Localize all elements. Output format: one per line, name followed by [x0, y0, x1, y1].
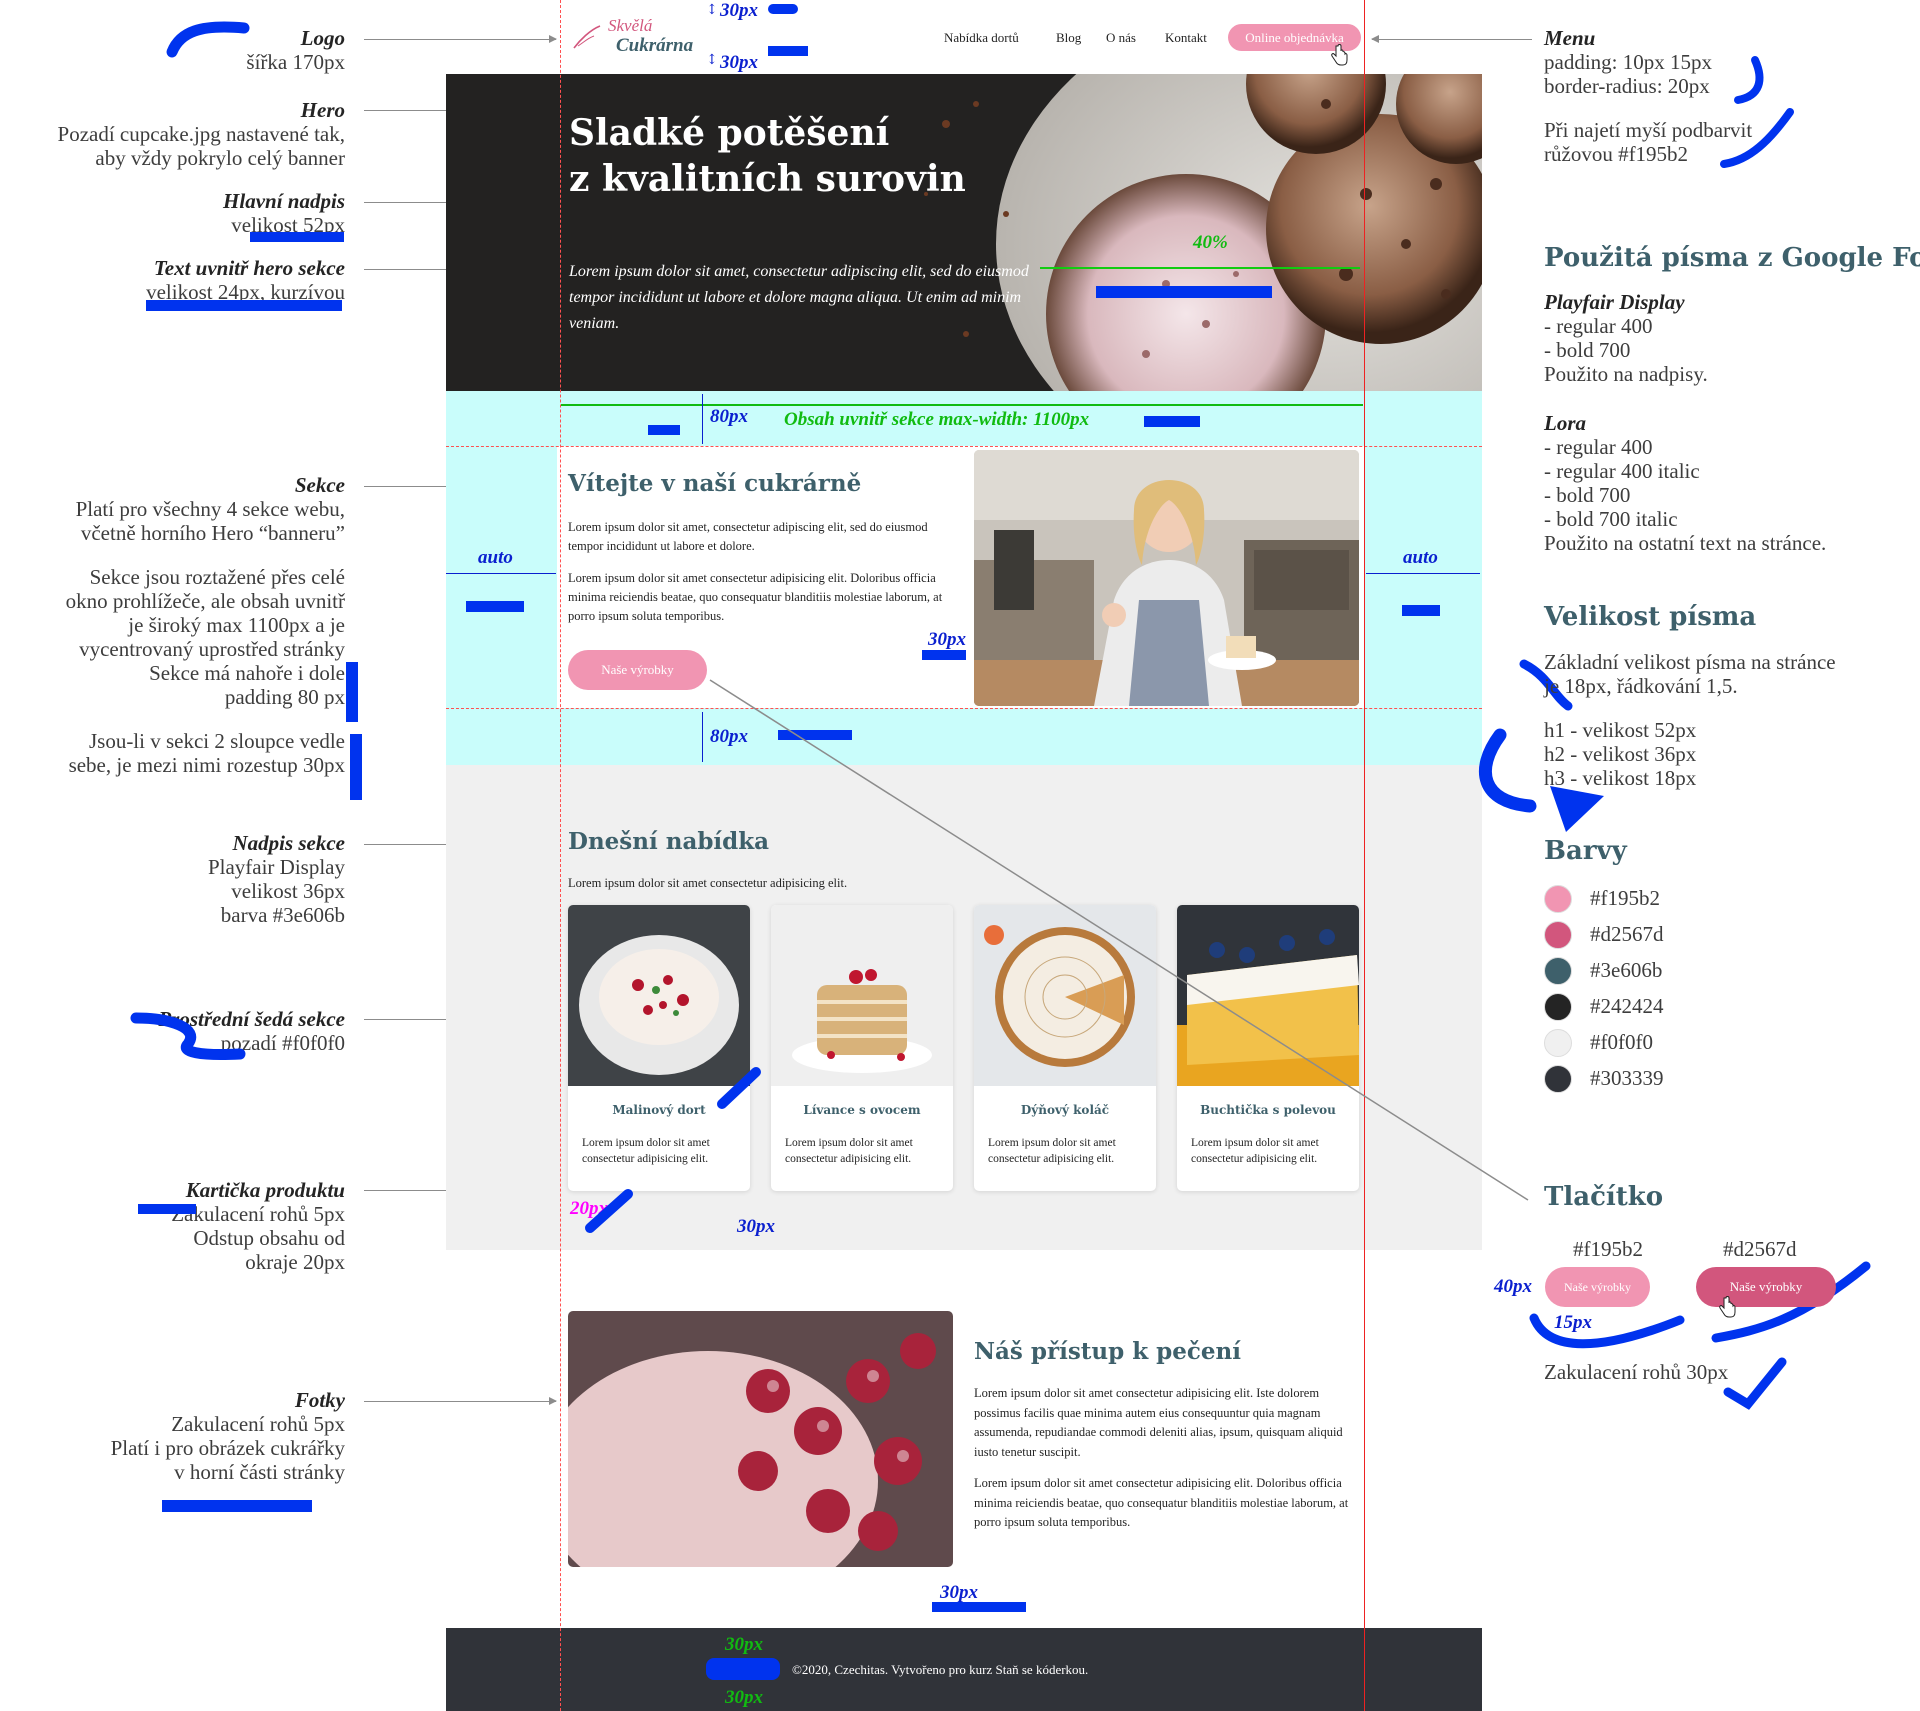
ink-mark [346, 662, 358, 722]
note-font-lora: Lora - regular 400 - regular 400 italic … [1544, 411, 1827, 555]
color-label: #303339 [1590, 1066, 1664, 1090]
arrow-menu [1371, 35, 1532, 43]
note-button-radius: Zakulacení rohů 30px [1544, 1360, 1729, 1384]
button-color-b-label: #d2567d [1723, 1237, 1797, 1261]
fonts-heading: Použitá písma z Google Fonts [1544, 243, 1920, 273]
color-swatch [1544, 1065, 1572, 1093]
color-label: #3e606b [1590, 958, 1663, 982]
measure-40px: 40px [1494, 1276, 1532, 1297]
color-swatch [1544, 1029, 1572, 1057]
color-swatch [1544, 885, 1572, 913]
ink-mark [250, 232, 344, 242]
ink-mark [162, 1500, 312, 1512]
hand-cursor-icon [1719, 1296, 1736, 1318]
color-swatch [1544, 993, 1572, 1021]
measure-15px: 15px [1554, 1312, 1592, 1333]
note-font-size: Základní velikost písma na stránce je 18… [1544, 650, 1836, 790]
sample-button-normal[interactable]: Naše výrobky [1545, 1267, 1650, 1307]
ink-mark [146, 300, 342, 311]
color-swatch [1544, 921, 1572, 949]
color-swatch [1544, 957, 1572, 985]
button-color-a-label: #f195b2 [1573, 1237, 1643, 1261]
note-font-playfair: Playfair Display - regular 400 - bold 70… [1544, 290, 1708, 386]
color-label: #f0f0f0 [1590, 1030, 1653, 1054]
note-menu: Menu padding: 10px 15px border-radius: 2… [1544, 26, 1753, 166]
ink-mark [350, 734, 362, 800]
sample-button-hover[interactable]: Naše výrobky [1696, 1267, 1836, 1307]
ink-mark [138, 1204, 196, 1214]
color-label: #242424 [1590, 994, 1664, 1018]
color-label: #d2567d [1590, 922, 1664, 946]
colors-heading: Barvy [1544, 836, 1627, 866]
button-heading: Tlačítko [1544, 1182, 1664, 1212]
size-heading: Velikost písma [1544, 602, 1757, 632]
color-label: #f195b2 [1590, 886, 1660, 910]
